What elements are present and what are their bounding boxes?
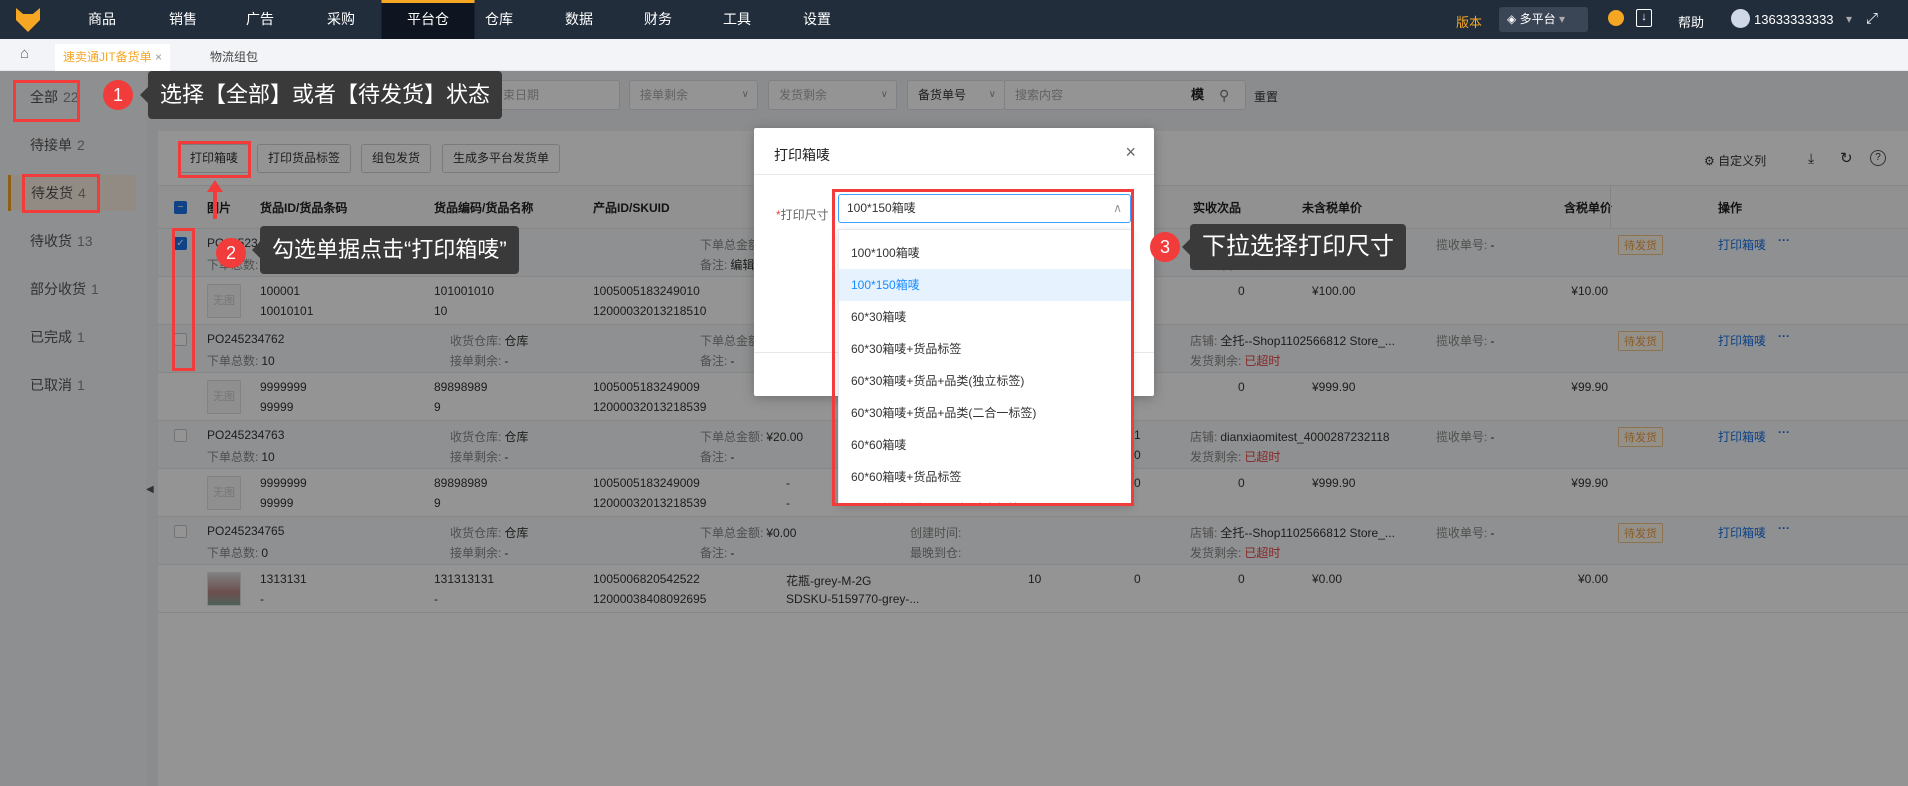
close-icon[interactable]: ×: [1125, 142, 1136, 163]
arrow-head: [207, 180, 223, 192]
nav-item[interactable]: 设置: [797, 0, 837, 39]
callout-step-1: 选择【全部】或者【待发货】状态: [139, 71, 503, 119]
tab-logistics-package[interactable]: 物流组包: [202, 44, 266, 71]
nav-item[interactable]: 广告: [240, 0, 280, 39]
highlight-pending-ship-status: [22, 174, 100, 213]
step-badge-3: 3: [1150, 232, 1180, 262]
avatar[interactable]: [1731, 9, 1750, 28]
nav-item[interactable]: 数据: [559, 0, 599, 39]
print-size-label: *打印尺寸: [776, 206, 829, 223]
help-link[interactable]: 帮助: [1678, 12, 1704, 31]
tab-label: 物流组包: [210, 50, 259, 64]
highlight-all-status: [13, 80, 80, 122]
platform-label: 多平台: [1519, 12, 1556, 26]
version-link[interactable]: 版本: [1456, 12, 1482, 31]
platform-icon: ◈: [1507, 12, 1517, 26]
dialog-title: 打印箱唛: [774, 147, 830, 163]
nav-item[interactable]: 商品: [82, 0, 122, 39]
label-text: 打印尺寸: [780, 208, 829, 222]
home-icon[interactable]: ⌂: [20, 45, 29, 62]
highlight-checkboxes: [172, 228, 195, 371]
divider: [754, 174, 1154, 175]
download-icon[interactable]: ↓: [1636, 9, 1652, 27]
highlight-print-size: [832, 189, 1134, 506]
logo-icon[interactable]: [16, 8, 40, 32]
caret-down-icon[interactable]: ▾: [1846, 12, 1852, 26]
nav-item[interactable]: 销售: [163, 0, 203, 39]
close-icon[interactable]: ×: [155, 50, 162, 64]
fullscreen-icon[interactable]: ⤢: [1866, 10, 1878, 27]
platform-switch[interactable]: ◈ 多平台 ▾: [1499, 7, 1588, 32]
nav-item[interactable]: 财务: [638, 0, 678, 39]
nav-item[interactable]: 仓库: [479, 0, 519, 39]
top-nav: 商品 销售 广告 采购 平台仓 仓库 数据 财务 工具 设置 版本 ◈ 多平台 ▾ ↓ 帮助 13…: [0, 0, 1908, 39]
page-tabs: ⌂ 速卖通JIT备货单 × 物流组包: [0, 39, 1908, 71]
nav-item[interactable]: 采购: [321, 0, 361, 39]
nav-item[interactable]: 平台仓: [381, 0, 475, 39]
step-badge-1: 1: [103, 80, 133, 110]
user-account[interactable]: 13633333333: [1754, 12, 1834, 27]
tab-label: 速卖通JIT备货单: [63, 50, 152, 64]
tab-jit-stock-order[interactable]: 速卖通JIT备货单 ×: [55, 44, 171, 71]
callout-step-2: 勾选单据点击“打印箱唛”: [252, 226, 519, 274]
step-badge-2: 2: [216, 238, 246, 268]
highlight-print-button: [178, 141, 251, 178]
caret-down-icon: ▾: [1558, 12, 1565, 26]
callout-step-3: 下拉选择打印尺寸: [1182, 224, 1406, 270]
support-icon[interactable]: [1608, 10, 1624, 26]
nav-item[interactable]: 工具: [717, 0, 757, 39]
